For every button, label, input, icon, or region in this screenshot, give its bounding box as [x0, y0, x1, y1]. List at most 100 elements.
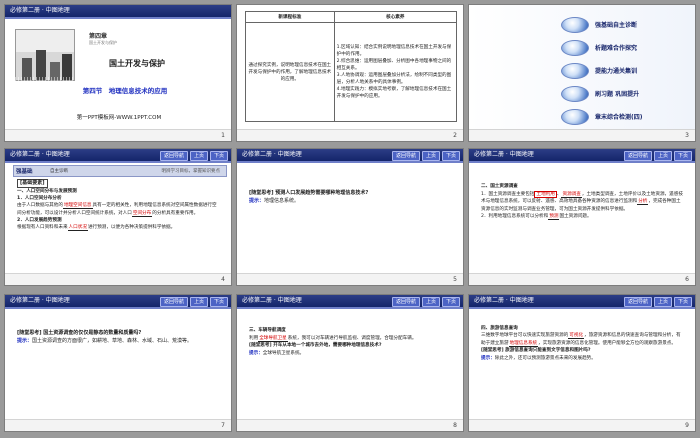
chapter-subtitle: 国土开发与保护	[89, 40, 117, 45]
orb-icon	[561, 63, 589, 79]
return-nav-button[interactable]: 返回导航	[623, 297, 652, 307]
cover-photo	[15, 29, 75, 81]
next-page-button[interactable]: 下页	[441, 151, 460, 161]
hint: 提示：除此之外，还可以预测旅游景点未来的发展趋势。	[481, 355, 683, 362]
prev-page-button[interactable]: 上页	[189, 297, 208, 307]
answer-blank: 可视化	[568, 333, 585, 340]
prev-page-button[interactable]: 上页	[653, 297, 672, 307]
core-item: 4.地理实践力：模拟实地考察，了解地理信息技术在国土开发与保护中的应用。	[336, 87, 452, 99]
slide-header: 必修第二册 · 中图地理 返回导航 上页 下页	[469, 149, 695, 163]
strip-note: 明辨学习目标，掌握知识要点	[161, 169, 221, 174]
next-page-button[interactable]: 下页	[209, 151, 228, 161]
menu-item-label: 析题难合作探究	[595, 45, 638, 52]
orb-icon	[561, 86, 589, 102]
slide-number: 3	[685, 132, 689, 139]
menu-item[interactable]: 析题难合作探究	[561, 40, 681, 56]
menu-item[interactable]: 强基础自主诊断	[561, 17, 681, 33]
hint-text: 国土资源调查的方面很广，如耕地、草地、森林、水域、石山、荒漠等。	[32, 338, 193, 344]
prev-page-button[interactable]: 上页	[189, 151, 208, 161]
header-title: 必修第二册 · 中图地理	[10, 7, 70, 14]
paragraph: 1．国土资源调查主要包括 土地利用 、资源调查，土地类型调查，土地评价以及土地资源，…	[481, 190, 683, 212]
table-header: 核心素养	[333, 11, 458, 23]
hint-label: 提示：	[17, 338, 33, 344]
core-item: 2.综合思维：运用图层叠加、分析图中各地理事物之间的相互关系。	[336, 59, 452, 71]
slide-7[interactable]: 必修第二册 · 中图地理 返回导航 上页 下页 [随堂思考] 国土资源调查的仅仅…	[4, 294, 232, 432]
next-page-button[interactable]: 下页	[673, 297, 692, 307]
hint: 提示：国土资源调查的方面很广，如耕地、草地、森林、水域、石山、荒漠等。	[17, 337, 219, 345]
answer-blank: 资源调查	[561, 191, 582, 198]
slide-footer: 2	[237, 129, 463, 141]
answer-blank: 人口状况	[67, 225, 88, 232]
paragraph: 2．利用地理信息系统可以分析和预测国土资源问题。	[481, 214, 592, 221]
return-nav-button[interactable]: 返回导航	[391, 297, 420, 307]
header-title: 必修第二册 · 中图地理	[242, 297, 302, 304]
slide-footer: 3	[469, 129, 695, 141]
menu-item-label: 提能力通关集训	[595, 68, 638, 75]
section-heading: 一、人口空间分布与发展预测	[17, 189, 77, 194]
core-item: 3.人地协调观：运用图层叠加分析法，绘制不同类型的图层，分析人地关系中的具体事例…	[336, 73, 452, 85]
next-page-button[interactable]: 下页	[209, 297, 228, 307]
prev-page-button[interactable]: 上页	[421, 151, 440, 161]
think-question: [随堂思考] 旅游信息查询只能查到文字信息和图片吗?	[481, 348, 591, 354]
slide-number: 7	[221, 422, 225, 429]
hint-text: 全球导航卫星系统。	[262, 350, 305, 356]
answer-blank: 地理空间信息	[62, 203, 93, 210]
menu-item[interactable]: 提能力通关集训	[561, 63, 681, 79]
slide-1[interactable]: 必修第二册 · 中图地理 第四章 国土开发与保护 国土开发与保护 第四节 地理信…	[4, 4, 232, 142]
menu-item[interactable]: 刷习题 巩固提升	[561, 86, 681, 102]
answer-blank: 地理信息系统	[508, 340, 539, 347]
standards-table: 新课程标准 核心素养 通过探究实例，说明地理信息技术在国土开发与保护中的作用，了…	[245, 11, 458, 122]
answer-blank: 全球导航卫星	[258, 335, 288, 342]
slide-2[interactable]: 新课程标准 核心素养 通过探究实例，说明地理信息技术在国土开发与保护中的作用，了…	[236, 4, 464, 142]
header-title: 必修第二册 · 中图地理	[474, 297, 534, 304]
slide-5[interactable]: 必修第二册 · 中图地理 返回导航 上页 下页 [随堂思考] 预测人口发展趋势需…	[236, 148, 464, 286]
slide-footer: 8	[237, 419, 463, 431]
paragraph: 由于人口数据与其他的地理空间信息具有一定的相关性，利用地理信息系统对空间属性数据…	[17, 203, 217, 217]
slide-footer: 4	[5, 273, 231, 285]
answer-blank: 预测	[548, 214, 560, 221]
slide-4[interactable]: 必修第二册 · 中图地理 返回导航 上页 下页 强基础 自主诊断 明辨学习目标，…	[4, 148, 232, 286]
orb-icon	[561, 40, 589, 56]
slide-number: 8	[453, 422, 457, 429]
header-title: 必修第二册 · 中图地理	[474, 151, 534, 158]
slide-footer: 1	[5, 129, 231, 141]
section-heading: 四、旅游信息查询	[481, 326, 518, 331]
return-nav-button[interactable]: 返回导航	[159, 297, 188, 307]
site-caption: 第一PPT模板网-WWW.1PPT.COM	[76, 115, 162, 121]
menu-panel: 强基础自主诊断 析题难合作探究 提能力通关集训 刷习题 巩固提升 章末综合检测(…	[469, 5, 695, 129]
return-nav-button[interactable]: 返回导航	[623, 151, 652, 161]
standard-cell: 通过探究实例，说明地理信息技术在国土开发与保护中的作用，了解地理信息技术的应用。	[245, 22, 335, 122]
hint-label: 提示：	[249, 198, 265, 204]
header-title: 必修第二册 · 中图地理	[242, 151, 302, 158]
chapter-label: 第四章	[89, 33, 108, 40]
think-question: [随堂思考] 开车从本地一个城市去外地，需要哪种地理信息技术?	[249, 343, 382, 349]
slide-header: 必修第二册 · 中图地理 返回导航 上页 下页	[237, 149, 463, 163]
slide-6[interactable]: 必修第二册 · 中图地理 返回导航 上页 下页 二、国土资源调查 1．国土资源调…	[468, 148, 696, 286]
chapter-title: 国土开发与保护	[109, 59, 165, 68]
header-title: 必修第二册 · 中图地理	[10, 297, 70, 304]
slide-header: 必修第二册 · 中图地理 返回导航 上页 下页	[5, 295, 231, 309]
next-page-button[interactable]: 下页	[441, 297, 460, 307]
section-title: 第四节 地理信息技术的应用	[82, 87, 168, 95]
prev-page-button[interactable]: 上页	[653, 151, 672, 161]
strip-subtitle: 自主诊断	[50, 169, 68, 174]
slide-number: 2	[453, 132, 457, 139]
menu-item[interactable]: 章末综合检测(四)	[561, 109, 681, 125]
slide-8[interactable]: 必修第二册 · 中图地理 返回导航 上页 下页 三、车辆导航调度 利用全球导航卫…	[236, 294, 464, 432]
slide-header: 必修第二册 · 中图地理 返回导航 上页 下页	[469, 295, 695, 309]
core-item: 1.区域认知：结合实例说明地理信息技术在国土开发与保护中的作用。	[336, 45, 452, 57]
return-nav-button[interactable]: 返回导航	[159, 151, 188, 161]
answer-blank: 空间分布	[131, 210, 153, 217]
answer-blank: 分析	[637, 199, 649, 206]
section-strip: 强基础 自主诊断 明辨学习目标，掌握知识要点	[13, 165, 227, 177]
return-nav-button[interactable]: 返回导航	[391, 151, 420, 161]
sub-heading: 1．人口空间分布分析	[17, 196, 62, 202]
prev-page-button[interactable]: 上页	[421, 297, 440, 307]
slide-3[interactable]: 强基础自主诊断 析题难合作探究 提能力通关集训 刷习题 巩固提升 章末综合检测(…	[468, 4, 696, 142]
table-header: 新课程标准	[245, 11, 335, 23]
hint: 提示：地理信息系统。	[249, 197, 451, 205]
strip-title: 强基础	[16, 169, 33, 175]
menu-item-label: 强基础自主诊断	[595, 22, 638, 29]
next-page-button[interactable]: 下页	[673, 151, 692, 161]
slide-9[interactable]: 必修第二册 · 中图地理 返回导航 上页 下页 四、旅游信息查询 三维数字地球平…	[468, 294, 696, 432]
